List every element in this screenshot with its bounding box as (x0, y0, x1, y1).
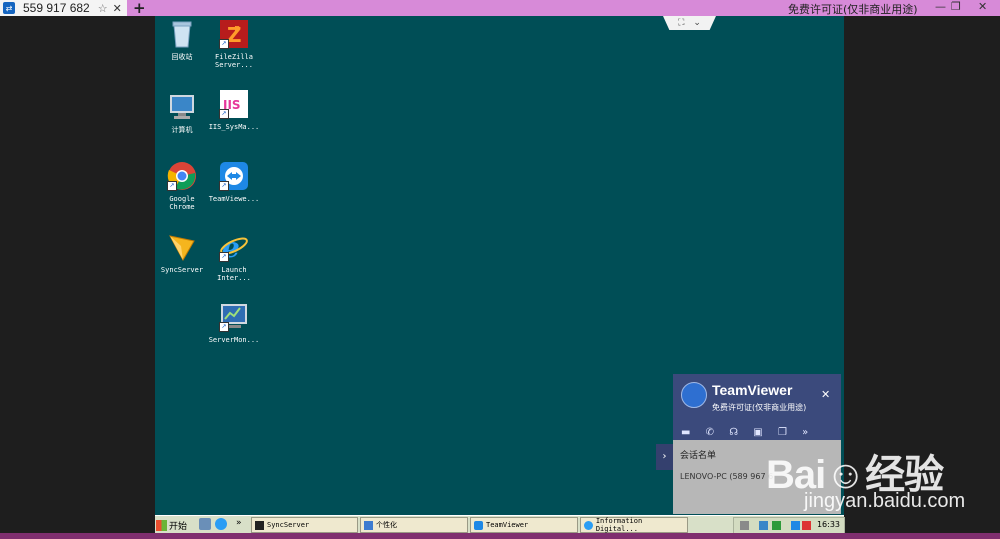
right-margin (844, 16, 1000, 539)
quicklaunch-server-icon[interactable] (199, 518, 211, 530)
teamviewer-license: 免费许可证(仅非商业用途) (712, 403, 807, 412)
system-tray: 16:33 (733, 517, 845, 534)
desktop-icon-teamviewer[interactable]: ↗ TeamViewe... (208, 161, 260, 203)
recycle-bin-icon (167, 19, 197, 49)
start-button[interactable]: 开始 (156, 517, 187, 533)
more-icon[interactable]: » (802, 427, 808, 438)
teamviewer-panel: TeamViewer 免费许可证(仅非商业用途) ✕ ▬ ✆ ☊ ▣ ❐ » 会… (673, 374, 841, 514)
start-label: 开始 (169, 521, 188, 532)
teamviewer-name: TeamViewer (712, 382, 793, 398)
sync-icon[interactable] (772, 521, 781, 530)
task-teamviewer[interactable]: TeamViewer (470, 517, 578, 533)
task-label: Information Digital... (595, 517, 643, 533)
task-information-digital[interactable]: Information Digital... (580, 517, 688, 533)
teamviewer-panel-header: TeamViewer 免费许可证(仅非商业用途) ✕ ▬ ✆ ☊ ▣ ❐ » (673, 374, 841, 440)
console-icon (255, 520, 264, 530)
remote-taskbar: 开始 » SyncServer 个性化 TeamViewer Informati… (155, 515, 845, 534)
shortcut-arrow-icon: ↗ (167, 181, 177, 191)
close-window-button[interactable]: ✕ (978, 0, 987, 13)
servermon-icon: ↗ (219, 302, 249, 332)
icon-label: 计算机 (171, 126, 193, 134)
windows-flag-icon (156, 519, 167, 531)
teamviewer-icon: ↗ (219, 161, 249, 191)
star-icon[interactable]: ☆ (98, 2, 108, 15)
desktop-icon-chrome[interactable]: ↗ Google Chrome (156, 161, 208, 211)
session-tab-title: 559 917 682 (23, 1, 90, 15)
task-personalize[interactable]: 个性化 (360, 517, 468, 533)
desktop-icon-recycle-bin[interactable]: 回收站 (156, 19, 208, 61)
close-tab-icon[interactable]: ✕ (113, 2, 122, 15)
desktop-icon-servermon[interactable]: ↗ ServerMon... (208, 302, 260, 344)
left-margin (0, 16, 155, 539)
session-tab[interactable]: ⇄ 559 917 682 ☆ ✕ (0, 0, 127, 16)
chat-icon[interactable]: ▣ (753, 427, 762, 438)
chrome-icon: ↗ (167, 161, 197, 191)
icon-label: Google Chrome (169, 195, 195, 211)
teamviewer-tray-icon[interactable] (791, 521, 800, 530)
remote-toolbar-handle[interactable]: ⛶ ⌄ (663, 16, 716, 30)
filezilla-icon: ZF ↗ (219, 19, 249, 49)
teamviewer-tab-icon: ⇄ (3, 2, 15, 14)
network-icon[interactable] (759, 521, 768, 530)
desktop-icon-iis[interactable]: IIS ↗ IIS_SysMa... (208, 89, 260, 131)
task-label: 个性化 (376, 521, 397, 529)
ie-small-icon (584, 520, 593, 530)
files-icon[interactable]: ❐ (778, 427, 787, 438)
new-tab-button[interactable]: + (133, 0, 146, 17)
icon-label: FileZilla Server... (215, 53, 253, 69)
desktop-icon-filezilla[interactable]: ZF ↗ FileZilla Server... (208, 19, 260, 69)
task-syncserver[interactable]: SyncServer (251, 517, 358, 533)
session-partner[interactable]: LENOVO-PC (589 967 6 (680, 472, 773, 481)
headset-icon[interactable]: ☊ (729, 427, 738, 438)
computer-icon (167, 92, 197, 122)
shortcut-arrow-icon: ↗ (219, 39, 229, 49)
icon-label: 回收站 (171, 53, 193, 61)
restore-button[interactable]: ❐ (951, 0, 961, 13)
desktop-icon-computer[interactable]: 计算机 (156, 92, 208, 134)
video-icon[interactable]: ▬ (681, 427, 690, 438)
teamviewer-logo-icon (681, 382, 707, 408)
shortcut-arrow-icon: ↗ (219, 322, 229, 332)
clock: 16:33 (816, 520, 840, 529)
quicklaunch-ie-icon[interactable] (215, 518, 227, 530)
fullscreen-icon[interactable]: ⛶ (678, 18, 684, 28)
teamviewer-title-bar: ⇄ 559 917 682 ☆ ✕ + 免费许可证(仅非商业用途) — ❐ ✕ (0, 0, 1000, 17)
phone-icon[interactable]: ✆ (706, 427, 714, 438)
minimize-button[interactable]: — (935, 0, 946, 13)
icon-label: IIS_SysMa... (208, 123, 260, 131)
chevron-down-icon[interactable]: ⌄ (693, 18, 701, 28)
teamviewer-small-icon (474, 520, 483, 530)
quicklaunch-more-icon[interactable]: » (236, 518, 242, 528)
shortcut-arrow-icon: ↗ (219, 181, 229, 191)
task-label: SyncServer (267, 521, 310, 529)
iis-icon: IIS ↗ (219, 89, 249, 119)
ie-icon: e ↗ (219, 231, 249, 264)
panel-toolbar: ▬ ✆ ☊ ▣ ❐ » (681, 427, 820, 438)
license-text: 免费许可证(仅非商业用途) (788, 3, 918, 16)
session-list: 会话名单 LENOVO-PC (589 967 6 (673, 440, 841, 514)
icon-label: SyncServer (160, 266, 204, 274)
desktop-icon-syncserver[interactable]: SyncServer (156, 232, 208, 274)
syncserver-icon (167, 232, 197, 262)
local-taskbar-strip (0, 533, 1000, 539)
close-panel-button[interactable]: ✕ (821, 388, 830, 401)
session-list-title: 会话名单 (680, 451, 717, 461)
svg-text:F: F (234, 25, 240, 36)
icon-label: ServerMon... (208, 336, 260, 344)
personalize-icon (364, 520, 373, 530)
shortcut-arrow-icon: ↗ (219, 109, 229, 119)
shortcut-arrow-icon: ↗ (219, 252, 229, 262)
icon-label: TeamViewe... (208, 195, 260, 203)
task-label: TeamViewer (486, 521, 529, 529)
desktop-icon-internet-explorer[interactable]: e ↗ Launch Inter... (208, 231, 260, 282)
security-alert-icon[interactable] (802, 521, 811, 530)
expand-panel-button[interactable]: › (656, 444, 673, 470)
icon-label: Launch Inter... (217, 266, 251, 282)
printer-icon[interactable] (740, 521, 749, 530)
